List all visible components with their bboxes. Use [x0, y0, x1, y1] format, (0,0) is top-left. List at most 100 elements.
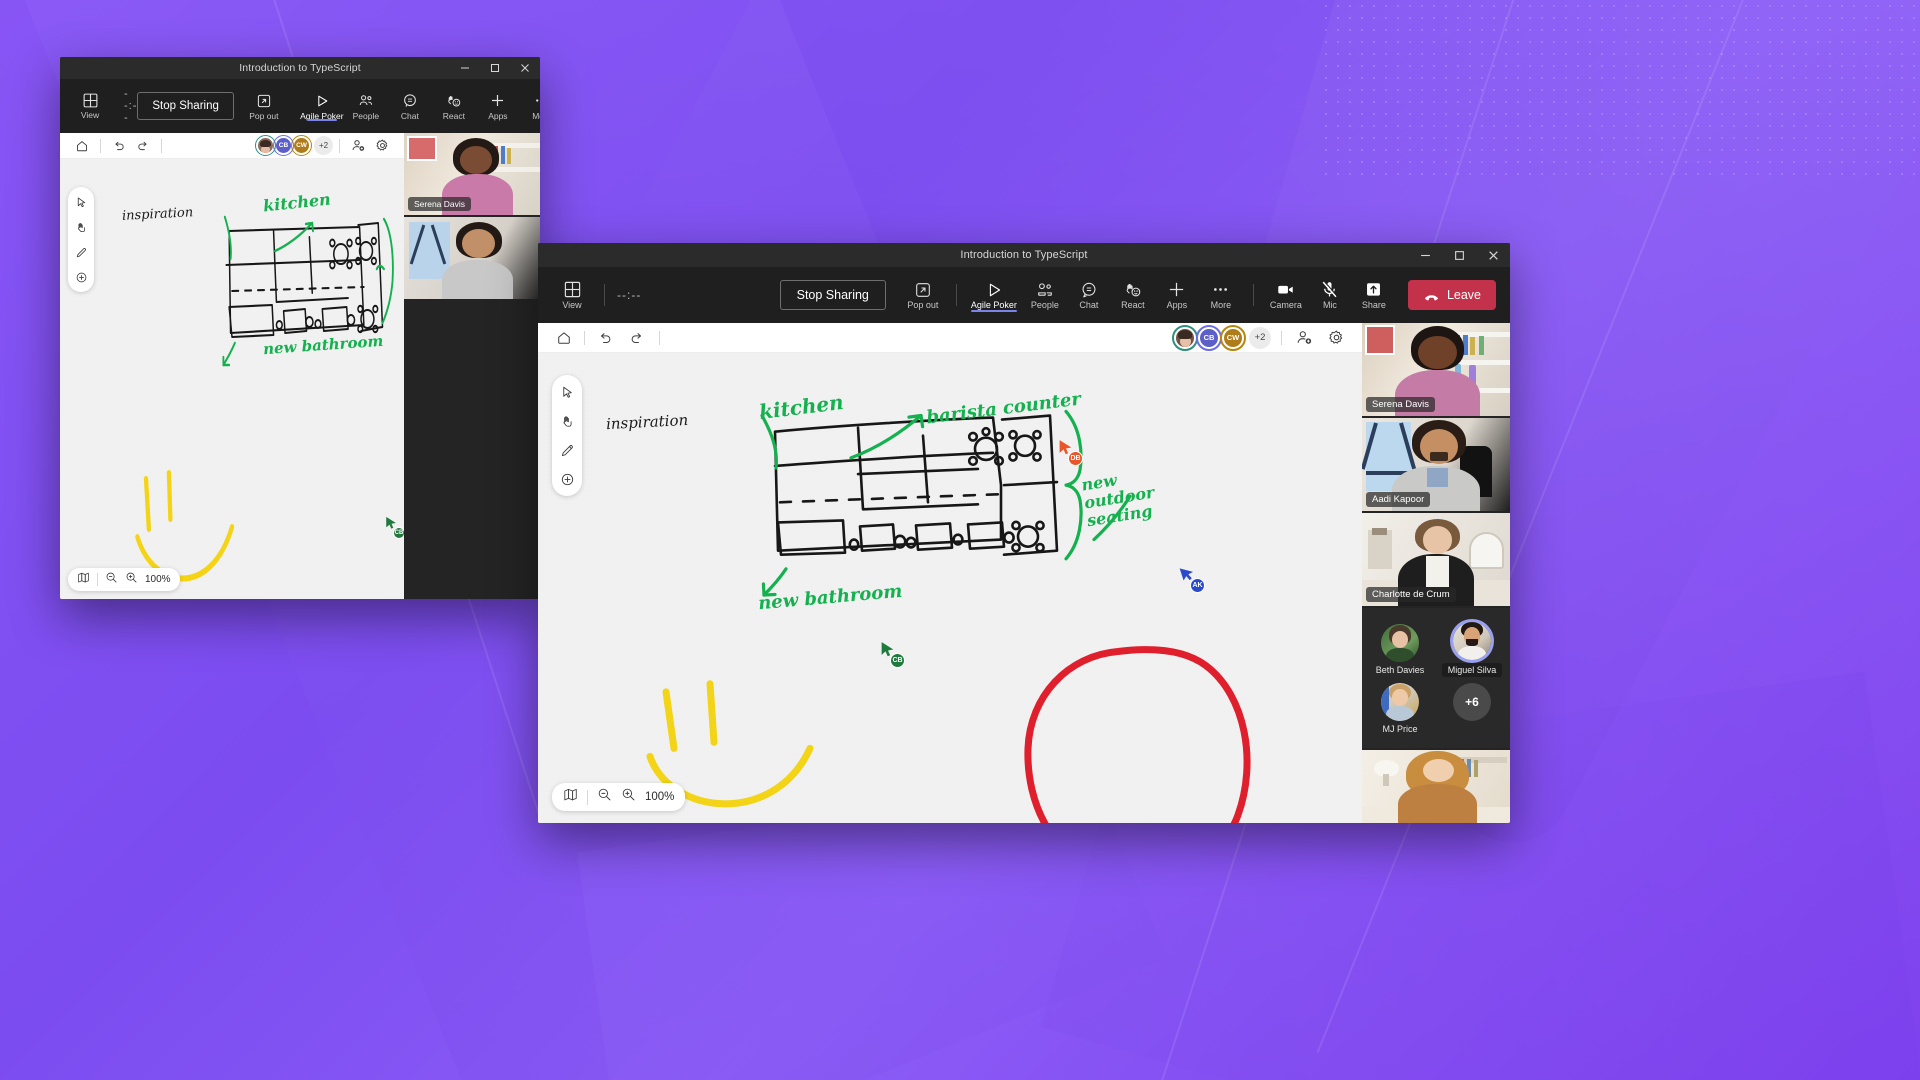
window-controls[interactable]	[1408, 243, 1510, 267]
video-tile[interactable]: Charlotte de Crum	[1362, 513, 1510, 606]
toolbar-item-share[interactable]: Share	[1352, 279, 1396, 312]
participant-avatar-cell[interactable]: MJ Price	[1364, 683, 1436, 734]
avatar[interactable]	[255, 135, 276, 156]
video-tile[interactable]: Serena Davis	[404, 133, 540, 215]
gear-icon[interactable]	[1324, 326, 1348, 350]
whiteboard-panel[interactable]: CB CW +2	[60, 133, 404, 599]
whiteboard-canvas[interactable]: inspiration kitchen barista counter new …	[538, 353, 1362, 823]
collaborator-avatars[interactable]: CB CW +2	[1172, 324, 1271, 351]
zoom-out-icon[interactable]	[105, 571, 118, 589]
title-bar[interactable]: Introduction to TypeScript	[538, 243, 1510, 267]
avatar[interactable]	[1172, 324, 1198, 351]
plus-circle-icon[interactable]	[554, 466, 580, 492]
avatar[interactable]: CB	[273, 135, 294, 156]
add-person-icon[interactable]	[1292, 326, 1316, 350]
zoom-level-label[interactable]: 100%	[145, 574, 171, 585]
whiteboard-header[interactable]: CB CW +2	[538, 323, 1362, 353]
zoom-in-icon[interactable]	[621, 787, 636, 807]
toolbar-item-chat[interactable]: Chat	[1067, 279, 1111, 312]
pen-icon[interactable]	[70, 241, 92, 263]
minimize-button[interactable]	[1408, 243, 1442, 267]
toolbar-item-more[interactable]: More	[1199, 279, 1243, 312]
participant-avatar-cell[interactable]: Beth Davies	[1364, 624, 1436, 675]
toolbar-item-apps[interactable]: Apps	[476, 90, 520, 123]
undo-icon[interactable]	[107, 134, 131, 158]
teams-window-background[interactable]: Introduction to TypeScript View --:-- St…	[60, 57, 540, 599]
close-button[interactable]	[1476, 243, 1510, 267]
stop-sharing-button[interactable]: Stop Sharing	[779, 280, 886, 310]
toolbar-item-more[interactable]: More	[520, 90, 540, 123]
leave-button[interactable]: Leave	[1407, 280, 1496, 310]
participant-avatar-cell[interactable]: Miguel Silva	[1436, 622, 1508, 677]
home-icon[interactable]	[552, 326, 576, 350]
toolbar-item-camera[interactable]: Camera	[1264, 279, 1308, 312]
toolbar-item-apps[interactable]: Apps	[1155, 279, 1199, 312]
redo-icon[interactable]	[625, 326, 649, 350]
teams-window-foreground[interactable]: Introduction to TypeScript View --:-- St…	[538, 243, 1510, 823]
maximize-button[interactable]	[480, 57, 510, 79]
plus-circle-icon[interactable]	[70, 266, 92, 288]
map-icon[interactable]	[77, 571, 90, 589]
close-button[interactable]	[510, 57, 540, 79]
whiteboard-zoom-controls[interactable]: 100%	[68, 568, 180, 591]
video-tile[interactable]: Serena Davis	[1362, 323, 1510, 416]
zoom-in-icon[interactable]	[125, 571, 138, 589]
hand-icon[interactable]	[554, 408, 580, 434]
participant-roster[interactable]: Serena Davis	[404, 133, 540, 599]
participant-name: Serena Davis	[1366, 397, 1436, 412]
whiteboard-canvas[interactable]: inspiration kitchen barista counter new …	[60, 159, 404, 599]
redo-icon[interactable]	[131, 134, 155, 158]
toolbar-item-pop-out[interactable]: Pop out	[898, 279, 948, 312]
avatar[interactable]: CB	[1196, 324, 1222, 351]
participant-name: Miguel Silva	[1441, 663, 1503, 677]
collaborator-avatars[interactable]: CB CW +2	[255, 135, 333, 156]
undo-icon[interactable]	[593, 326, 617, 350]
toolbar-item-agile-poker[interactable]: Agile Poker	[300, 90, 344, 123]
whiteboard-tool-palette[interactable]	[552, 375, 582, 496]
meeting-toolbar[interactable]: View --:-- Stop Sharing Pop out Agile Po…	[60, 79, 540, 133]
toolbar-item-people[interactable]: People	[344, 90, 388, 123]
whiteboard-header[interactable]: CB CW +2	[60, 133, 404, 159]
toolbar-item-mic[interactable]: Mic	[1308, 279, 1352, 312]
toolbar-item-chat[interactable]: Chat	[388, 90, 432, 123]
toolbar-item-pop-out[interactable]: Pop out	[242, 90, 286, 123]
map-icon[interactable]	[563, 787, 578, 807]
toolbar-item-agile-poker[interactable]: Agile Poker	[965, 279, 1023, 312]
overflow-count-badge: +6	[1453, 683, 1491, 721]
whiteboard-tool-palette[interactable]	[68, 187, 94, 292]
participant-overflow-cell[interactable]: +6 .	[1436, 683, 1508, 734]
title-bar[interactable]: Introduction to TypeScript	[60, 57, 540, 79]
stop-sharing-button[interactable]: Stop Sharing	[137, 92, 234, 120]
home-icon[interactable]	[70, 134, 94, 158]
participant-grid-tile[interactable]: Beth Davies Miguel Silva MJ Price +6	[1362, 608, 1510, 748]
cursor-icon[interactable]	[70, 191, 92, 213]
avatar-overflow-count[interactable]: +2	[314, 136, 333, 155]
hand-icon[interactable]	[70, 216, 92, 238]
zoom-out-icon[interactable]	[597, 787, 612, 807]
gear-icon[interactable]	[370, 134, 394, 158]
maximize-button[interactable]	[1442, 243, 1476, 267]
pen-icon[interactable]	[554, 437, 580, 463]
video-tile[interactable]	[1362, 750, 1510, 823]
remote-cursor-cb: CB	[385, 516, 404, 539]
avatar[interactable]: CW	[291, 135, 312, 156]
avatar-overflow-count[interactable]: +2	[1249, 326, 1271, 349]
video-tile[interactable]	[404, 217, 540, 299]
whiteboard-panel[interactable]: CB CW +2	[538, 323, 1362, 823]
meeting-toolbar[interactable]: View --:-- Stop Sharing Pop out Agile Po…	[538, 267, 1510, 323]
window-controls[interactable]	[450, 57, 540, 79]
view-button[interactable]: View	[552, 280, 592, 310]
zoom-level-label[interactable]: 100%	[645, 791, 674, 803]
toolbar-item-react[interactable]: React	[432, 90, 476, 123]
popout-icon	[914, 281, 932, 299]
whiteboard-zoom-controls[interactable]: 100%	[552, 783, 686, 811]
participant-roster[interactable]: Serena Davis Aadi Kapoor Charlotte de Cr…	[1362, 323, 1510, 823]
toolbar-item-people[interactable]: People	[1023, 279, 1067, 312]
minimize-button[interactable]	[450, 57, 480, 79]
toolbar-item-react[interactable]: React	[1111, 279, 1155, 312]
avatar[interactable]: CW	[1220, 324, 1246, 351]
cursor-icon[interactable]	[554, 379, 580, 405]
view-button[interactable]: View	[70, 92, 110, 120]
add-person-icon[interactable]	[346, 134, 370, 158]
video-tile[interactable]: Aadi Kapoor	[1362, 418, 1510, 511]
